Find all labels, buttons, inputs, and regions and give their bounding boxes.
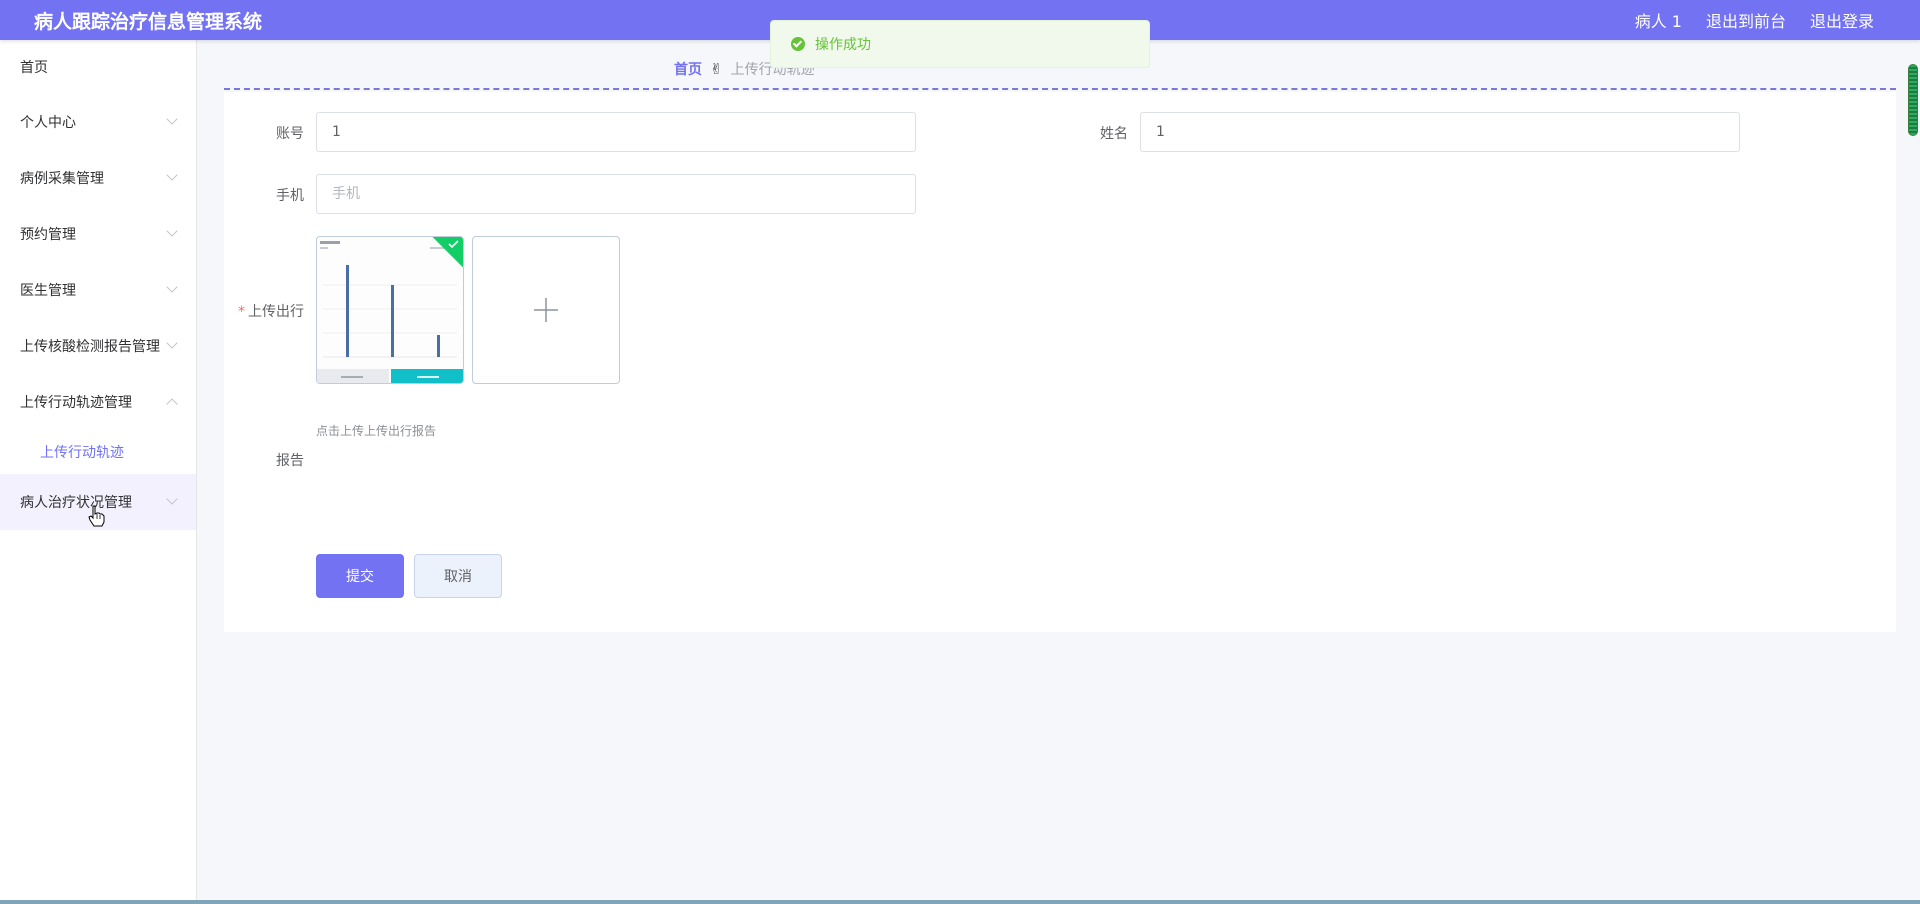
upload-label-text: 上传出行 [248, 304, 304, 320]
hand-emoji-icon: ✌ [710, 60, 723, 78]
bottom-edge-bar [0, 900, 1920, 904]
sidebar-item-doctor[interactable]: 医生管理 [0, 262, 196, 318]
upload-tip: 点击上传上传出行报告 [316, 424, 437, 438]
chevron-up-icon [166, 398, 178, 410]
breadcrumb-divider [224, 88, 1896, 90]
sidebar-subitem-upload-trajectory[interactable]: 上传行动轨迹 [0, 430, 196, 474]
sidebar-item-personal-center[interactable]: 个人中心 [0, 94, 196, 150]
upload-add-button[interactable] [472, 236, 620, 384]
uploaded-image-thumbnail[interactable] [316, 236, 464, 384]
sidebar-item-label: 个人中心 [20, 115, 76, 131]
sidebar-item-label: 预约管理 [20, 227, 76, 243]
account-input[interactable] [316, 112, 916, 152]
logout-link[interactable]: 退出登录 [1810, 8, 1874, 32]
scrollbar[interactable] [1908, 64, 1918, 136]
sidebar-item-label: 医生管理 [20, 283, 76, 299]
sidebar-item-home[interactable]: 首页 [0, 40, 196, 94]
chevron-down-icon [166, 225, 178, 237]
success-toast: 操作成功 [770, 20, 1150, 68]
user-name[interactable]: 病人 1 [1635, 8, 1682, 32]
upload-label: * 上传出行 [238, 304, 304, 320]
submit-button[interactable]: 提交 [316, 554, 404, 598]
toast-message: 操作成功 [815, 37, 871, 53]
account-label: 账号 [276, 126, 304, 142]
sidebar-item-appointment[interactable]: 预约管理 [0, 206, 196, 262]
sidebar-item-label: 病例采集管理 [20, 171, 104, 187]
name-input[interactable] [1140, 112, 1740, 152]
sidebar-item-trajectory[interactable]: 上传行动轨迹管理 [0, 374, 196, 430]
hand-cursor-icon [88, 505, 105, 527]
chevron-down-icon [166, 493, 178, 505]
chevron-down-icon [166, 113, 178, 125]
phone-label: 手机 [276, 188, 304, 204]
cancel-button[interactable]: 取消 [414, 554, 502, 598]
chart-preview-image [317, 237, 463, 383]
check-circle-icon [791, 37, 805, 51]
sidebar-item-label: 上传行动轨迹管理 [20, 395, 132, 411]
app-title: 病人跟踪治疗信息管理系统 [34, 10, 263, 33]
chevron-down-icon [166, 281, 178, 293]
sidebar: 首页 个人中心 病例采集管理 预约管理 医生管理 上传核酸检测报告管理 上传行动… [0, 40, 197, 904]
name-label: 姓名 [1100, 126, 1128, 142]
sidebar-item-nucleic-report[interactable]: 上传核酸检测报告管理 [0, 318, 196, 374]
sidebar-item-case-collection[interactable]: 病例采集管理 [0, 150, 196, 206]
sidebar-item-label: 病人治疗状况管理 [20, 495, 132, 511]
header-actions: 病人 1 退出到前台 退出登录 [1635, 8, 1874, 32]
plus-icon [534, 298, 558, 322]
check-icon [448, 240, 459, 249]
breadcrumb-home[interactable]: 首页 [674, 59, 702, 79]
sidebar-item-label: 上传核酸检测报告管理 [20, 339, 160, 355]
chevron-down-icon [166, 169, 178, 181]
phone-input[interactable] [316, 174, 916, 214]
back-to-front-link[interactable]: 退出到前台 [1706, 8, 1786, 32]
sidebar-item-label: 首页 [20, 60, 48, 76]
chevron-down-icon [166, 337, 178, 349]
report-label: 报告 [276, 453, 304, 469]
